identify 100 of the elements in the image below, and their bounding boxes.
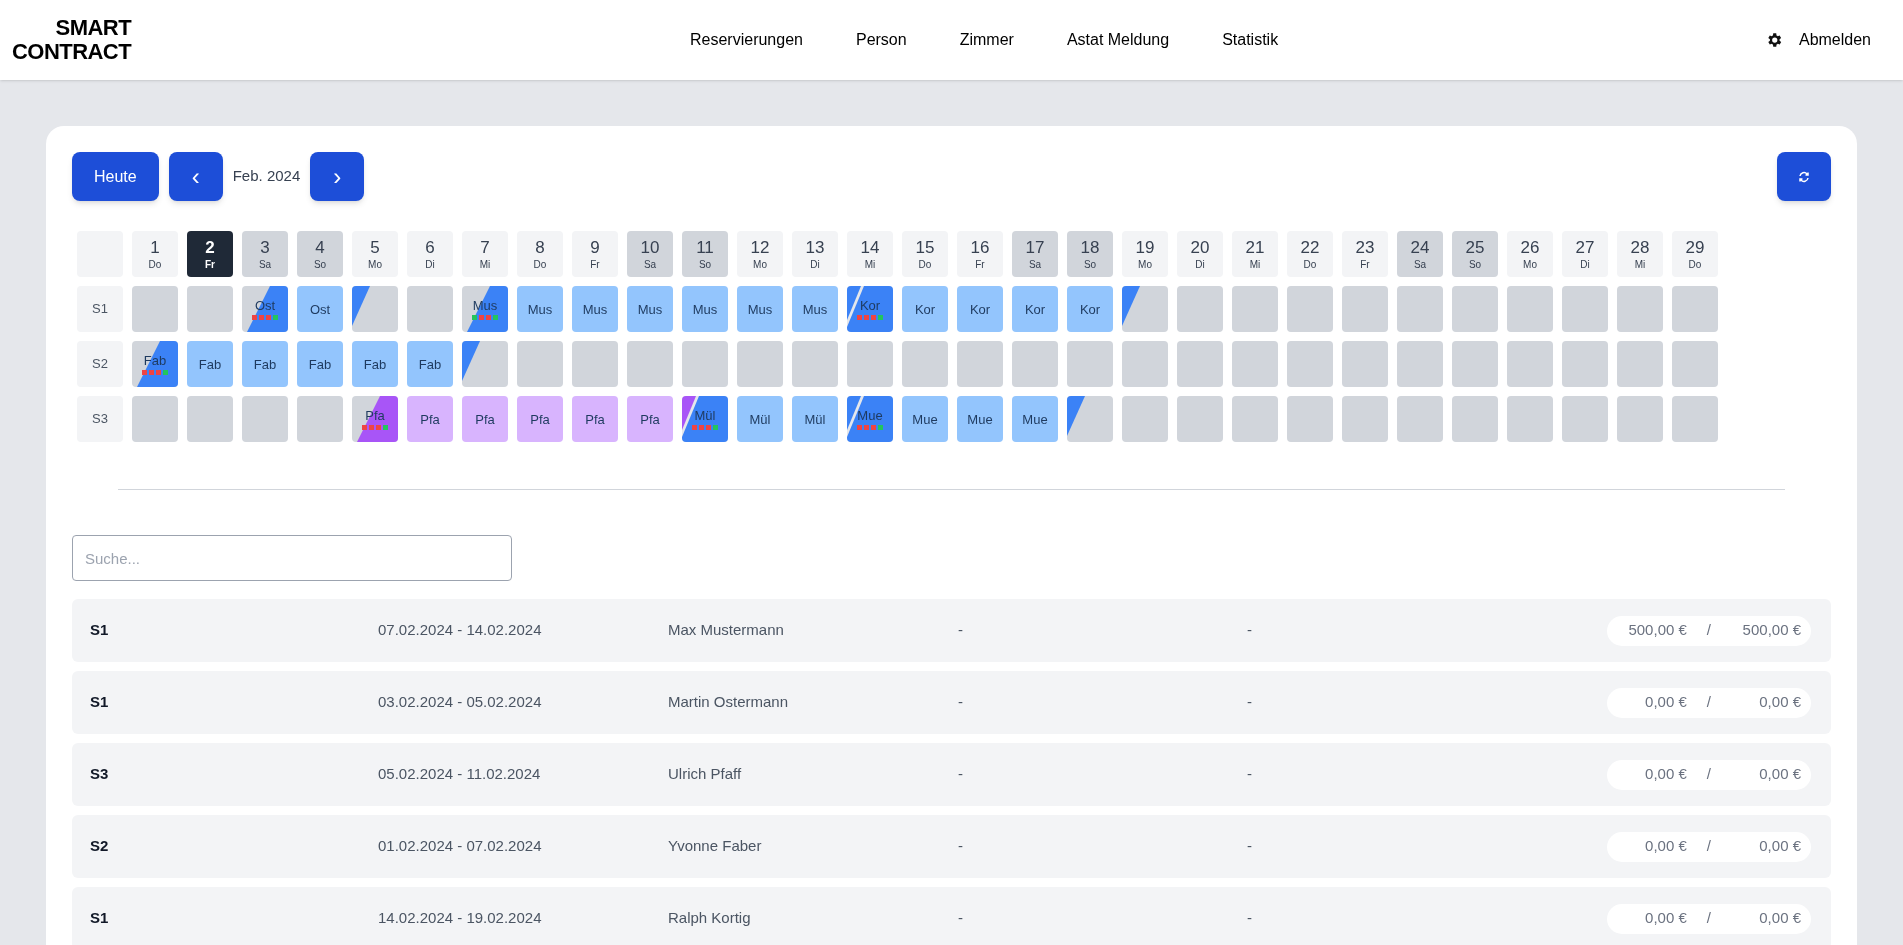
day-header[interactable]: 1 Do — [132, 231, 178, 277]
booking-cell[interactable] — [682, 341, 728, 387]
booking-cell[interactable] — [1067, 341, 1113, 387]
previous-button[interactable]: ‹ — [168, 152, 223, 201]
reservation-row[interactable]: S1 14.02.2024 - 19.02.2024 Ralph Kortig - - 0,00 € / 0,00 € — [72, 887, 1831, 945]
booking-cell[interactable]: Mus — [682, 286, 728, 332]
day-header[interactable]: 8 Do — [517, 231, 563, 277]
booking-cell[interactable]: Mus — [517, 286, 563, 332]
booking-cell[interactable]: Mül — [737, 396, 783, 442]
day-header[interactable]: 9 Fr — [572, 231, 618, 277]
booking-cell[interactable] — [1397, 396, 1443, 442]
booking-cell[interactable]: Pfa — [407, 396, 453, 442]
booking-cell[interactable] — [1672, 396, 1718, 442]
booking-cell[interactable] — [1452, 341, 1498, 387]
reservation-row[interactable]: S2 01.02.2024 - 07.02.2024 Yvonne Faber - - 0,00 € / 0,00 € — [72, 815, 1831, 878]
booking-cell[interactable] — [1232, 396, 1278, 442]
booking-cell[interactable] — [1507, 286, 1553, 332]
day-header[interactable]: 13 Di — [792, 231, 838, 277]
booking-cell[interactable] — [1232, 341, 1278, 387]
booking-cell[interactable] — [1397, 286, 1443, 332]
booking-cell[interactable] — [1287, 396, 1333, 442]
booking-cell[interactable]: Pfa — [517, 396, 563, 442]
booking-cell[interactable]: Kor — [957, 286, 1003, 332]
reservation-row[interactable]: S1 03.02.2024 - 05.02.2024 Martin Ostermann - - 0,00 € / 0,00 € — [72, 671, 1831, 734]
booking-cell[interactable] — [847, 341, 893, 387]
day-header[interactable]: 14 Mi — [847, 231, 893, 277]
booking-cell[interactable]: Fab — [187, 341, 233, 387]
booking-cell[interactable]: Fab — [242, 341, 288, 387]
nav-link[interactable]: Reservierungen — [690, 28, 803, 52]
booking-cell[interactable]: Mül — [792, 396, 838, 442]
booking-cell[interactable]: Mus — [572, 286, 618, 332]
booking-cell[interactable] — [352, 286, 398, 332]
day-header[interactable]: 7 Mi — [462, 231, 508, 277]
day-header[interactable]: 19 Mo — [1122, 231, 1168, 277]
booking-cell[interactable] — [187, 396, 233, 442]
booking-cell[interactable] — [1177, 341, 1223, 387]
booking-cell[interactable]: Pfa — [462, 396, 508, 442]
nav-link[interactable]: Astat Meldung — [1066, 28, 1170, 52]
logout-link[interactable]: Abmelden — [1798, 28, 1871, 52]
day-header[interactable]: 10 Sa — [627, 231, 673, 277]
booking-cell[interactable] — [1067, 396, 1113, 442]
booking-cell[interactable] — [297, 396, 343, 442]
day-header[interactable]: 6 Di — [407, 231, 453, 277]
booking-cell[interactable] — [1507, 396, 1553, 442]
booking-cell[interactable] — [132, 396, 178, 442]
booking-cell[interactable]: Mue — [957, 396, 1003, 442]
booking-cell[interactable] — [1287, 341, 1333, 387]
booking-cell[interactable] — [737, 341, 783, 387]
nav-link[interactable]: Person — [855, 28, 907, 52]
booking-cell[interactable] — [187, 286, 233, 332]
booking-cell[interactable]: Mue — [902, 396, 948, 442]
day-header[interactable]: 2 Fr — [187, 231, 233, 277]
booking-cell[interactable]: Mue — [1012, 396, 1058, 442]
day-header[interactable]: 23 Fr — [1342, 231, 1388, 277]
day-header[interactable]: 5 Mo — [352, 231, 398, 277]
booking-cell[interactable] — [462, 341, 508, 387]
booking-cell[interactable] — [517, 341, 563, 387]
next-button[interactable]: › — [310, 152, 365, 201]
booking-cell[interactable]: Fab — [352, 341, 398, 387]
booking-cell[interactable] — [1562, 396, 1608, 442]
booking-cell[interactable] — [572, 341, 618, 387]
day-header[interactable]: 26 Mo — [1507, 231, 1553, 277]
booking-cell[interactable] — [1232, 286, 1278, 332]
day-header[interactable]: 25 So — [1452, 231, 1498, 277]
day-header[interactable]: 28 Mi — [1617, 231, 1663, 277]
booking-cell[interactable] — [1342, 341, 1388, 387]
booking-cell[interactable] — [792, 341, 838, 387]
booking-cell[interactable] — [1342, 286, 1388, 332]
booking-cell[interactable] — [1012, 341, 1058, 387]
day-header[interactable]: 21 Mi — [1232, 231, 1278, 277]
refresh-button[interactable] — [1777, 152, 1831, 201]
day-header[interactable]: 27 Di — [1562, 231, 1608, 277]
booking-cell[interactable]: Pfa — [627, 396, 673, 442]
booking-cell[interactable] — [1177, 396, 1223, 442]
booking-cell[interactable]: Mus — [792, 286, 838, 332]
booking-cell[interactable] — [1122, 341, 1168, 387]
booking-cell[interactable] — [1287, 286, 1333, 332]
booking-cell[interactable]: Ost — [297, 286, 343, 332]
booking-cell[interactable]: Fab — [407, 341, 453, 387]
booking-cell[interactable]: Kor — [1012, 286, 1058, 332]
booking-cell[interactable] — [1342, 396, 1388, 442]
booking-cell[interactable] — [242, 396, 288, 442]
day-header[interactable]: 4 So — [297, 231, 343, 277]
today-button[interactable]: Heute — [72, 152, 159, 201]
booking-cell[interactable] — [132, 286, 178, 332]
booking-cell[interactable] — [1177, 286, 1223, 332]
booking-cell[interactable] — [1672, 286, 1718, 332]
booking-cell[interactable]: Fab — [297, 341, 343, 387]
booking-cell[interactable]: Mus — [627, 286, 673, 332]
booking-cell[interactable] — [1617, 396, 1663, 442]
day-header[interactable]: 22 Do — [1287, 231, 1333, 277]
day-header[interactable]: 3 Sa — [242, 231, 288, 277]
day-header[interactable]: 16 Fr — [957, 231, 1003, 277]
day-header[interactable]: 29 Do — [1672, 231, 1718, 277]
booking-cell[interactable] — [1122, 286, 1168, 332]
booking-cell[interactable] — [627, 341, 673, 387]
day-header[interactable]: 15 Do — [902, 231, 948, 277]
booking-cell[interactable] — [1562, 341, 1608, 387]
booking-cell[interactable] — [1507, 341, 1553, 387]
booking-cell[interactable] — [1452, 396, 1498, 442]
